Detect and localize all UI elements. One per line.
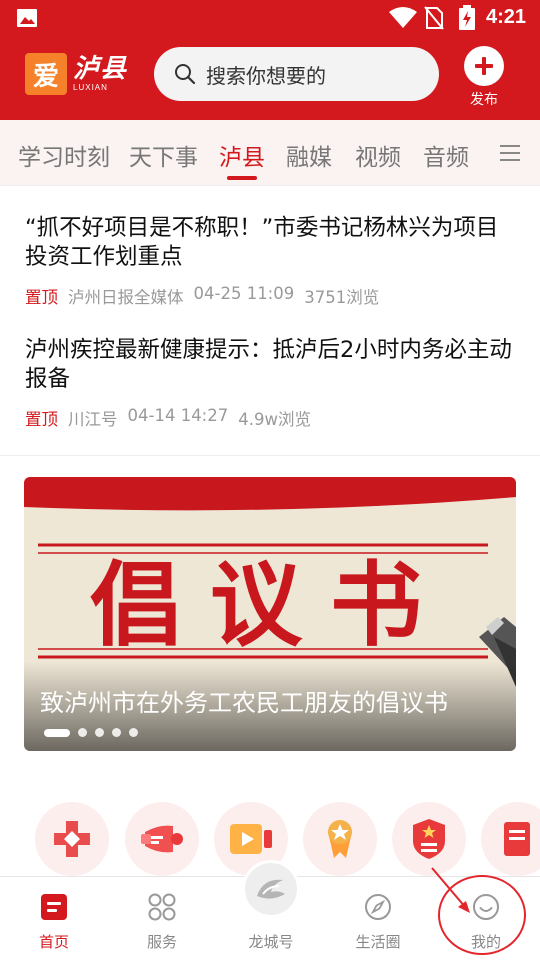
nav-label: 首页 <box>38 933 69 951</box>
publish-button[interactable]: 发布 <box>462 46 506 109</box>
nav-label: 龙城号 <box>248 933 294 951</box>
search-placeholder: 搜索你想要的 <box>206 63 326 88</box>
compass-icon <box>365 894 391 920</box>
tab-video[interactable]: 视频 <box>355 138 401 172</box>
active-tab-indicator <box>227 176 257 180</box>
nav-label: 我的 <box>470 933 501 951</box>
logo-wordmark: 泸县 LUXIAN <box>73 56 127 92</box>
status-time: 4:21 <box>486 6 527 28</box>
megaphone-icon <box>141 825 183 853</box>
banner-carousel[interactable]: 倡议书 致泸州市在外务工农民工朋友的倡议书 <box>24 477 516 751</box>
tab-label: 泸县 <box>219 145 265 171</box>
gallery-icon <box>17 9 37 27</box>
quick-entry-medical[interactable] <box>35 802 109 876</box>
banner-art-title: 倡议书 <box>90 552 450 659</box>
carousel-indicator <box>44 728 138 737</box>
pinned-tag: 置顶 <box>25 410 58 429</box>
status-bar: 4:21 <box>0 0 540 36</box>
party-badge-icon <box>413 819 445 859</box>
quick-entry-announcement[interactable] <box>125 802 199 876</box>
news-views: 3751浏览 <box>304 288 380 307</box>
quick-entry-party[interactable] <box>392 802 466 876</box>
carousel-dot <box>112 728 121 737</box>
quick-entry-document[interactable] <box>481 802 540 876</box>
carousel-dot <box>78 728 87 737</box>
news-source: 泸州日报全媒体 <box>68 288 184 307</box>
tab-label: 学习时刻 <box>18 145 110 171</box>
pinned-tag: 置顶 <box>25 288 58 307</box>
news-views: 4.9w浏览 <box>238 410 311 429</box>
news-source: 川江号 <box>68 410 118 429</box>
publish-label: 发布 <box>470 92 498 108</box>
news-meta: 置顶 泸州日报全媒体 04-25 11:09 3751浏览 <box>25 284 515 308</box>
nav-life-circle[interactable]: 生活圈 <box>333 877 423 960</box>
app-header: 4:21 爱 泸县 LUXIAN 搜索你想要的 发布 <box>0 0 540 120</box>
channel-tabs: 学习时刻 天下事 泸县 融媒 视频 音频 <box>0 120 540 186</box>
nav-services[interactable]: 服务 <box>117 877 207 960</box>
wifi-icon <box>389 7 417 28</box>
no-sim-icon <box>424 6 444 30</box>
nav-home[interactable]: 首页 <box>9 877 99 960</box>
news-title: 泸州疾控最新健康提示：抵泸后2小时内务必主动报备 <box>25 337 512 392</box>
news-time: 04-14 14:27 <box>127 406 229 425</box>
logo-english: LUXIAN <box>73 83 108 92</box>
nav-mine[interactable]: 我的 <box>441 877 531 960</box>
search-bar[interactable]: 搜索你想要的 <box>154 47 439 101</box>
tab-label: 融媒 <box>286 145 332 171</box>
star-medal-icon <box>328 820 352 858</box>
tab-label: 音频 <box>423 145 469 171</box>
plus-icon <box>464 46 504 86</box>
section-divider <box>0 455 540 456</box>
longcheng-logo-icon <box>257 879 285 899</box>
video-play-icon <box>230 824 272 854</box>
banner-caption: 致泸州市在外务工农民工朋友的倡议书 <box>40 689 448 717</box>
tab-media[interactable]: 融媒 <box>286 138 332 172</box>
grid-icon <box>148 893 176 921</box>
tab-luxian[interactable]: 泸县 <box>219 138 265 180</box>
channel-menu-icon[interactable] <box>500 144 520 162</box>
tab-label: 视频 <box>355 145 401 171</box>
home-icon <box>41 894 67 920</box>
tab-study-moment[interactable]: 学习时刻 <box>18 138 110 172</box>
medical-cross-icon <box>54 821 90 857</box>
news-meta: 置顶 川江号 04-14 14:27 4.9w浏览 <box>25 406 515 430</box>
news-title: “抓不好项目是不称职！”市委书记杨林兴为项目投资工作划重点 <box>25 215 499 270</box>
app-logo: 爱 泸县 LUXIAN <box>25 52 127 96</box>
nav-label: 服务 <box>146 933 177 951</box>
nav-label: 生活圈 <box>355 933 401 951</box>
document-icon <box>504 822 530 856</box>
quick-entry-honor[interactable] <box>303 802 377 876</box>
news-item[interactable]: “抓不好项目是不称职！”市委书记杨林兴为项目投资工作划重点 置顶 泸州日报全媒体… <box>25 214 515 308</box>
news-time: 04-25 11:09 <box>193 284 295 303</box>
tab-audio[interactable]: 音频 <box>423 138 469 172</box>
carousel-dot <box>95 728 104 737</box>
logo-badge: 爱 <box>25 53 67 95</box>
logo-name: 泸县 <box>73 54 128 84</box>
tab-world-news[interactable]: 天下事 <box>129 138 198 172</box>
smile-icon <box>473 894 499 920</box>
carousel-dot-active <box>44 728 70 737</box>
tab-label: 天下事 <box>129 145 198 171</box>
news-item[interactable]: 泸州疾控最新健康提示：抵泸后2小时内务必主动报备 置顶 川江号 04-14 14… <box>25 336 515 430</box>
battery-charging-icon <box>459 5 475 30</box>
search-icon <box>175 64 196 85</box>
longcheng-center-button[interactable] <box>242 860 300 918</box>
carousel-dot <box>129 728 138 737</box>
